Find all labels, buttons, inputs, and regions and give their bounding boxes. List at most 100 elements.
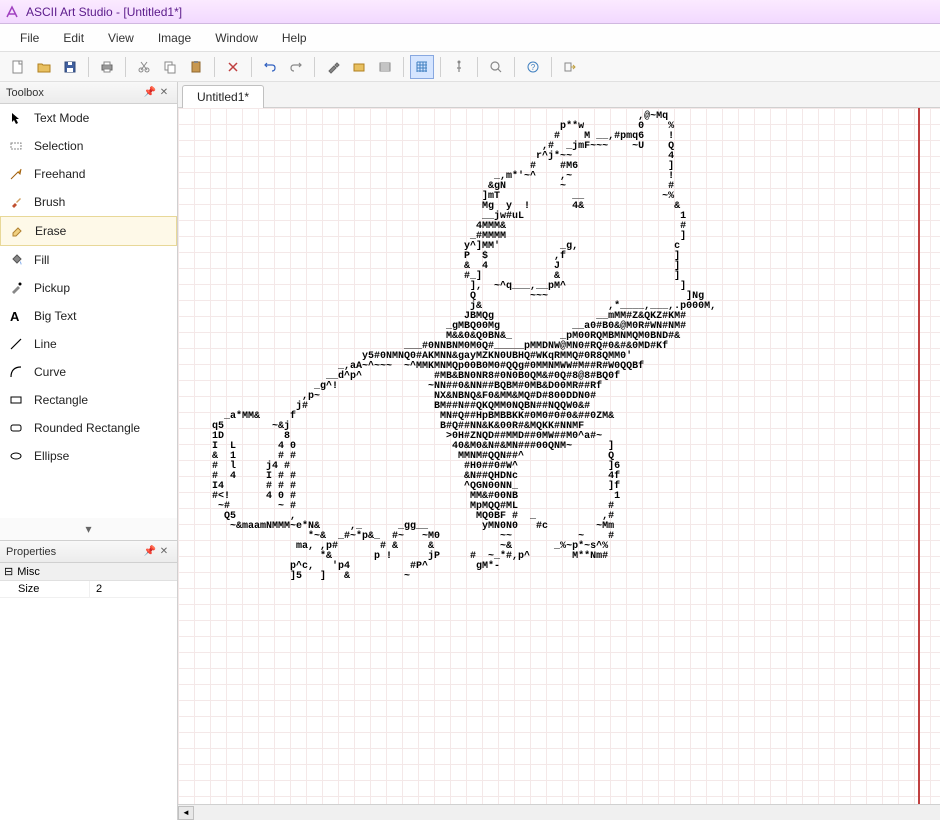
app-icon [4, 4, 20, 20]
properties-panel: Properties 📌 ✕ ⊟ Misc Size 2 [0, 540, 177, 820]
tool-freehand[interactable]: Freehand [0, 160, 177, 188]
separator [477, 57, 478, 77]
prop-category[interactable]: ⊟ Misc [0, 563, 177, 581]
properties-header: Properties 📌 ✕ [0, 541, 177, 563]
ascii-canvas[interactable]: ,@~Mq p**w 0 % # M __,#pmq6 ! [178, 108, 940, 804]
cursor-icon [8, 110, 24, 126]
freehand-icon [8, 166, 24, 182]
tool-pickup[interactable]: Pickup [0, 274, 177, 302]
left-panel: Toolbox 📌 ✕ Text Mode Selection Freehand Br… [0, 82, 178, 820]
menu-view[interactable]: View [96, 27, 146, 49]
tool-label: Curve [34, 365, 66, 379]
prop-name: Size [0, 581, 90, 597]
menu-window[interactable]: Window [203, 27, 270, 49]
toolbox-title: Toolbox [6, 87, 143, 99]
properties-title: Properties [6, 546, 143, 558]
tool-line[interactable]: Line [0, 330, 177, 358]
separator [440, 57, 441, 77]
horizontal-scrollbar[interactable]: ◄ [178, 804, 940, 820]
pin-button[interactable] [447, 55, 471, 79]
open-button[interactable] [32, 55, 56, 79]
menubar: File Edit View Image Window Help [0, 24, 940, 52]
separator [514, 57, 515, 77]
selection-icon [8, 138, 24, 154]
prop-value[interactable]: 2 [90, 581, 177, 597]
titlebar: ASCII Art Studio - [Untitled1*] [0, 0, 940, 24]
tool-label: Selection [34, 139, 83, 153]
pin-icon[interactable]: 📌 [143, 545, 157, 559]
tool-brush[interactable]: Brush [0, 188, 177, 216]
tool-label: Erase [35, 224, 66, 238]
menu-help[interactable]: Help [270, 27, 319, 49]
menu-image[interactable]: Image [146, 27, 203, 49]
help-button[interactable]: ? [521, 55, 545, 79]
tool-label: Pickup [34, 281, 70, 295]
redo-button[interactable] [284, 55, 308, 79]
tool-rounded[interactable]: Rounded Rectangle [0, 414, 177, 442]
tool-label: Brush [34, 195, 65, 209]
prop-row: Size 2 [0, 581, 177, 598]
separator [88, 57, 89, 77]
folder-button[interactable] [347, 55, 371, 79]
tool-rectangle[interactable]: Rectangle [0, 386, 177, 414]
separator [551, 57, 552, 77]
paste-button[interactable] [184, 55, 208, 79]
tool-ellipse[interactable]: Ellipse [0, 442, 177, 470]
toolbar: ? [0, 52, 940, 82]
tool-cursor[interactable]: Text Mode [0, 104, 177, 132]
tools-button[interactable] [321, 55, 345, 79]
grid-button[interactable] [410, 55, 434, 79]
svg-text:?: ? [531, 63, 536, 72]
exit-button[interactable] [558, 55, 582, 79]
close-icon[interactable]: ✕ [157, 86, 171, 100]
print-button[interactable] [95, 55, 119, 79]
content-area: Untitled1* ,@~Mq p**w 0 % [178, 82, 940, 820]
separator [403, 57, 404, 77]
svg-text:A: A [10, 309, 20, 323]
cut-button[interactable] [132, 55, 156, 79]
properties-grid: ⊟ Misc Size 2 [0, 563, 177, 820]
tool-label: Fill [34, 253, 49, 267]
scroll-left-icon[interactable]: ◄ [178, 806, 194, 820]
tool-label: Freehand [34, 167, 85, 181]
undo-button[interactable] [258, 55, 282, 79]
menu-file[interactable]: File [8, 27, 51, 49]
tool-label: Rounded Rectangle [34, 421, 140, 435]
tab-bar: Untitled1* [178, 82, 940, 108]
list-button[interactable] [373, 55, 397, 79]
ellipse-icon [8, 448, 24, 464]
toolbox-list: Text Mode Selection Freehand Brush Erase Fill… [0, 104, 177, 518]
tool-label: Big Text [34, 309, 76, 323]
new-button[interactable] [6, 55, 30, 79]
tool-label: Text Mode [34, 111, 89, 125]
bigtext-icon: A [8, 308, 24, 324]
prop-category-label: Misc [17, 566, 40, 578]
line-icon [8, 336, 24, 352]
toolbox-more[interactable]: ▾ [0, 518, 177, 540]
save-button[interactable] [58, 55, 82, 79]
delete-button[interactable] [221, 55, 245, 79]
pickup-icon [8, 280, 24, 296]
brush-icon [8, 194, 24, 210]
canvas-wrap: ,@~Mq p**w 0 % # M __,#pmq6 ! [178, 108, 940, 804]
menu-edit[interactable]: Edit [51, 27, 96, 49]
close-icon[interactable]: ✕ [157, 545, 171, 559]
tool-label: Ellipse [34, 449, 69, 463]
tool-curve[interactable]: Curve [0, 358, 177, 386]
tool-erase[interactable]: Erase [0, 216, 177, 246]
separator [125, 57, 126, 77]
separator [314, 57, 315, 77]
rectangle-icon [8, 392, 24, 408]
tool-bigtext[interactable]: A Big Text [0, 302, 177, 330]
pin-icon[interactable]: 📌 [143, 86, 157, 100]
copy-button[interactable] [158, 55, 182, 79]
tool-label: Rectangle [34, 393, 88, 407]
rounded-icon [8, 420, 24, 436]
tool-selection[interactable]: Selection [0, 132, 177, 160]
tool-fill[interactable]: Fill [0, 246, 177, 274]
collapse-icon: ⊟ [4, 565, 13, 578]
separator [214, 57, 215, 77]
tab-untitled1[interactable]: Untitled1* [182, 85, 264, 108]
tool-label: Line [34, 337, 57, 351]
zoom-button[interactable] [484, 55, 508, 79]
